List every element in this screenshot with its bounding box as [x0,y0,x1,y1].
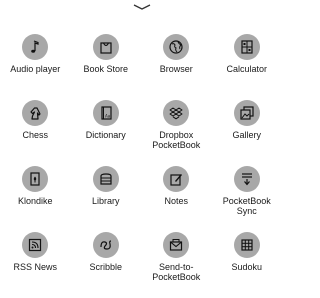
app-label: RSS News [13,262,57,272]
svg-text:Aa: Aa [105,114,111,119]
collapse-chevron-icon[interactable] [132,2,152,12]
chess-knight-icon [22,100,49,126]
app-label: Dropbox PocketBook [152,130,201,150]
app-label: Library [91,196,120,206]
shopping-bag-icon [92,34,119,60]
app-calculator[interactable]: Calculator [212,34,283,100]
app-send-to-pocketbook[interactable]: Send-to- PocketBook [141,232,212,298]
app-label: Gallery [232,130,261,140]
globe-icon [163,34,190,60]
app-label: Browser [159,64,193,74]
app-klondike[interactable]: Klondike [0,166,71,232]
sudoku-grid-icon [233,232,260,258]
app-dropbox-pocketbook[interactable]: Dropbox PocketBook [141,100,212,166]
app-label: PocketBook Sync [222,196,271,216]
app-audio-player[interactable]: Audio player [0,34,71,100]
dictionary-book-icon: Aa [92,100,119,126]
app-notes[interactable]: Notes [141,166,212,232]
envelope-icon [163,232,190,258]
playing-card-icon [22,166,49,192]
app-book-store[interactable]: Book Store [71,34,142,100]
app-pocketbook-sync[interactable]: PocketBook Sync [212,166,283,232]
app-grid: Audio player Book Store Browser Calculat… [0,34,282,298]
app-library[interactable]: Library [71,166,142,232]
app-chess[interactable]: Chess [0,100,71,166]
library-books-icon [92,166,119,192]
app-label: Chess [22,130,48,140]
app-label: Dictionary [85,130,126,140]
app-label: Book Store [83,64,129,74]
app-label: Calculator [226,64,268,74]
app-browser[interactable]: Browser [141,34,212,100]
app-label: Klondike [17,196,53,206]
rss-icon [22,232,49,258]
app-gallery[interactable]: Gallery [212,100,283,166]
app-dictionary[interactable]: Aa Dictionary [71,100,142,166]
app-scribble[interactable]: Scribble [71,232,142,298]
app-label: Send-to- PocketBook [152,262,201,282]
notes-pencil-icon [163,166,190,192]
sync-download-icon [233,166,260,192]
calculator-icon [233,34,260,60]
app-label: Notes [164,196,188,206]
gallery-icon [233,100,260,126]
app-sudoku[interactable]: Sudoku [212,232,283,298]
app-label: Sudoku [231,262,263,272]
app-rss-news[interactable]: RSS News [0,232,71,298]
music-note-icon [22,34,49,60]
app-label: Scribble [89,262,122,272]
dropbox-icon [163,100,190,126]
app-label: Audio player [10,64,61,74]
scribble-icon [92,232,119,258]
